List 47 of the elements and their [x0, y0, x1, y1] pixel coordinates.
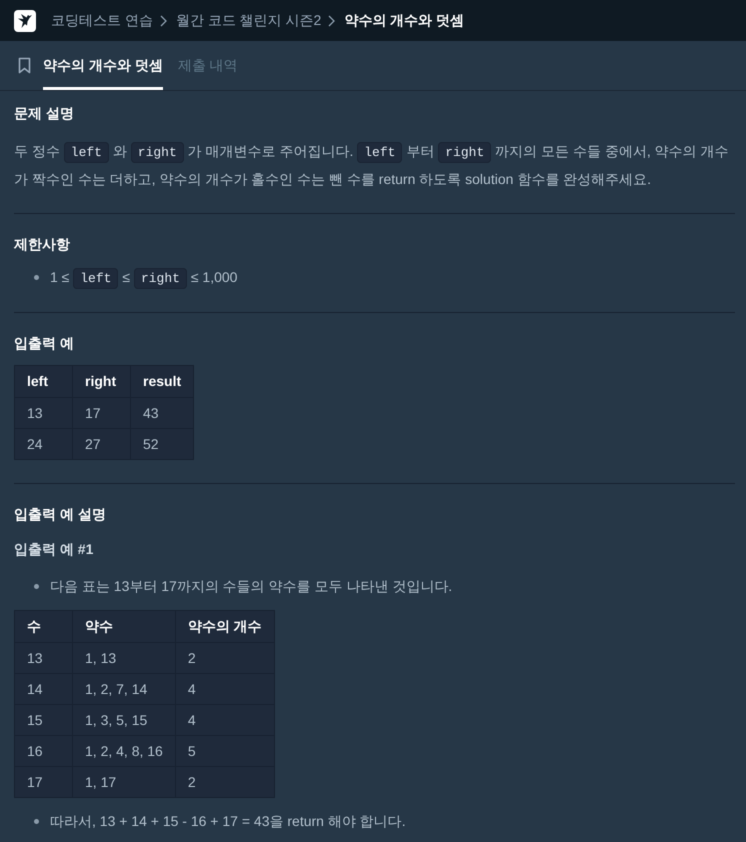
breadcrumb-item: 약수의 개수와 덧셈 [344, 11, 464, 30]
bullet-icon [34, 584, 39, 589]
column-header: 약수의 개수 [175, 610, 274, 642]
column-header: result [130, 366, 194, 398]
table-cell: 52 [130, 428, 194, 460]
bullet-text: 1 ≤ left ≤ right ≤ 1,000 [50, 264, 238, 292]
subheading: 입출력 예 #1 [14, 540, 94, 559]
table-cell: 1, 2, 4, 8, 16 [72, 736, 176, 766]
table-cell: 4 [175, 704, 274, 736]
bullet-text: 다음 표는 13부터 17까지의 수들의 약수를 모두 나타낸 것입니다. [50, 577, 452, 596]
section-heading: 입출력 예 [14, 334, 75, 353]
table-cell: 4 [175, 674, 274, 704]
table-cell: 24 [14, 428, 72, 460]
table-cell: 14 [14, 674, 72, 704]
section-heading: 제한사항 [14, 235, 71, 254]
table-cell: 13 [14, 642, 72, 674]
bookmark-icon [18, 57, 31, 74]
section-heading: 문제 설명 [14, 104, 75, 123]
column-header: right [72, 366, 130, 398]
bullet-icon [34, 819, 39, 824]
bullet-text: 따라서, 13 + 14 + 15 - 16 + 17 = 43을 return 해야 합니다. [50, 812, 406, 831]
table-cell: 27 [72, 428, 130, 460]
breadcrumb-item[interactable]: 코딩테스트 연습 [51, 10, 153, 31]
table-cell: 1, 13 [72, 642, 176, 674]
table-cell: 2 [175, 642, 274, 674]
breadcrumb-item[interactable]: 월간 코드 챌린지 시즌2 [176, 10, 322, 31]
table-cell: 17 [72, 398, 130, 428]
table-cell: 1, 17 [72, 766, 176, 798]
chevron-right-icon [160, 14, 167, 26]
bird-icon[interactable] [14, 10, 36, 32]
section-heading: 입출력 예 설명 [14, 505, 107, 524]
table-cell: 2 [175, 766, 274, 798]
table-cell: 43 [130, 398, 194, 428]
bullet-icon [34, 275, 39, 280]
table-cell: 1, 3, 5, 15 [72, 704, 176, 736]
table-cell: 17 [14, 766, 72, 798]
table-cell: 16 [14, 736, 72, 766]
table-cell: 15 [14, 704, 72, 736]
table-cell: 13 [14, 398, 72, 428]
column-header: left [14, 366, 72, 398]
column-header: 약수 [72, 610, 176, 642]
tab[interactable]: 약수의 개수와 덧셈 [43, 41, 163, 90]
description-text: 두 정수 left 와 right 가 매개변수로 주어집니다. left 부터 right 까지의 모든 수들 중에서, 약수의 개수가 짝수인 수는 더하고, 약수의 개수가 홀수인 수는 뺀 수를 return 하도록 solution 함수를 완성해주세요. [14, 141, 730, 189]
table-cell: 5 [175, 736, 274, 766]
column-header: 수 [14, 610, 72, 642]
table-cell: 1, 2, 7, 14 [72, 674, 176, 704]
chevron-right-icon [328, 14, 336, 26]
